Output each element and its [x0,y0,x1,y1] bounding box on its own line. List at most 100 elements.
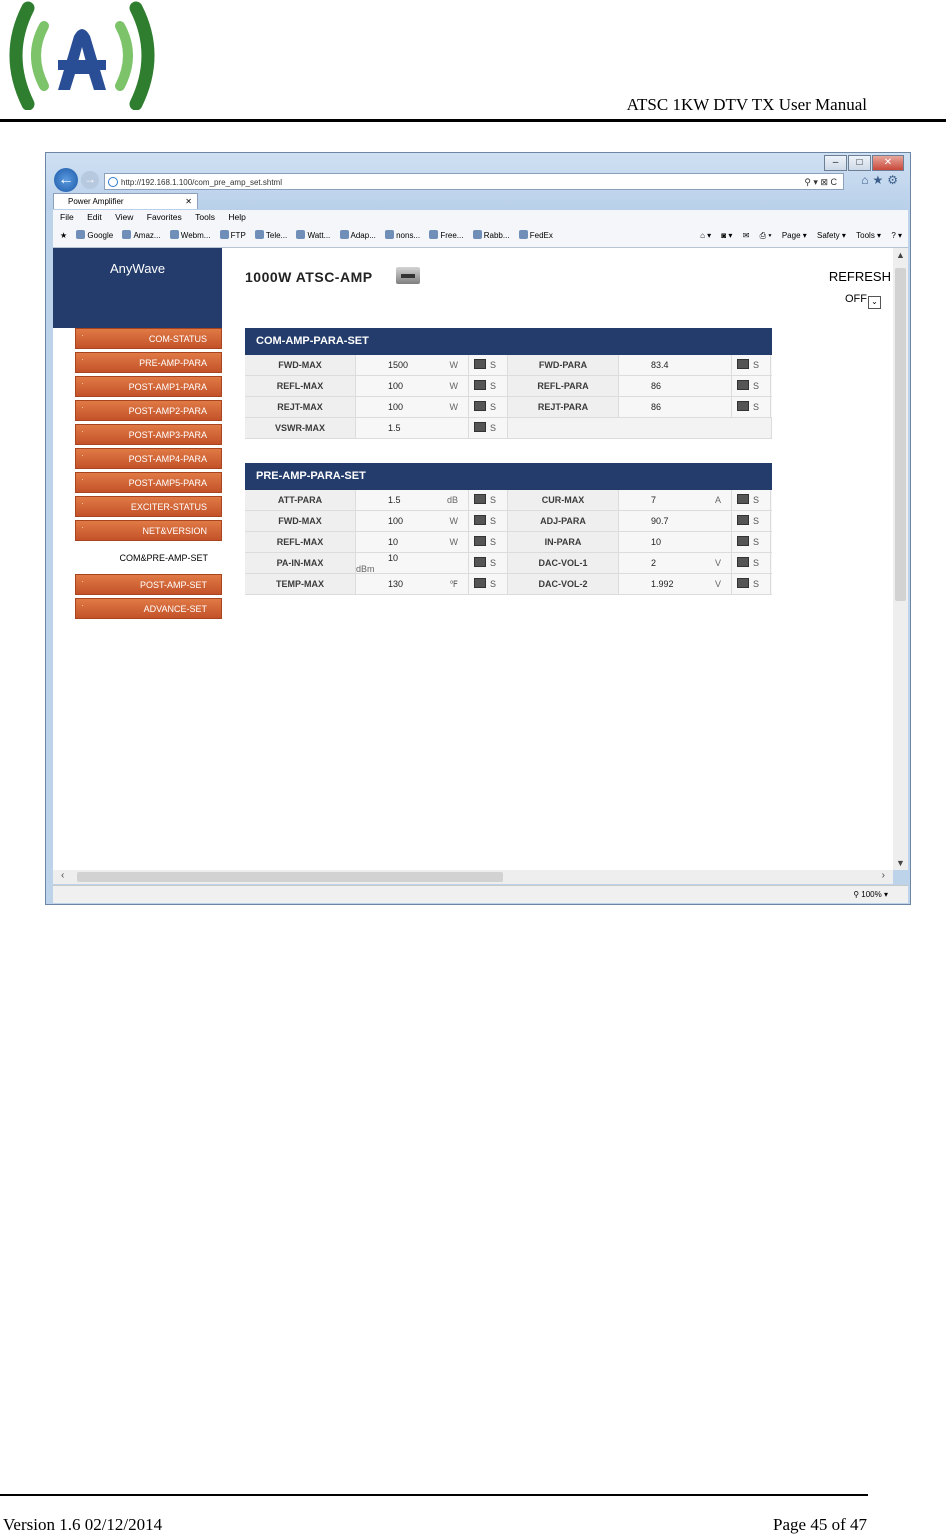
page-menu[interactable]: Page ▾ [782,231,807,240]
param-value[interactable]: 1500 W [356,355,469,375]
horizontal-scrollbar[interactable]: ‹ › [53,870,893,884]
scroll-right-icon[interactable]: › [882,870,885,881]
param-value[interactable]: 7A [619,490,732,510]
param-value[interactable]: 86 [619,397,732,417]
home-icon[interactable]: ⌂ ▾ [700,231,711,240]
nav-post-amp3-para[interactable]: POST-AMP3-PARA [75,421,222,445]
scroll-up-icon[interactable]: ▲ [896,250,905,260]
nav-post-amp5-para[interactable]: POST-AMP5-PARA [75,469,222,493]
tools-menu[interactable]: Tools ▾ [856,231,881,240]
set-button[interactable]: S [469,574,508,594]
fav-nons[interactable]: nons... [385,230,420,240]
print-icon[interactable]: ⎙ ▾ [760,231,772,240]
fav-tele[interactable]: Tele... [254,230,287,240]
vertical-scrollbar[interactable]: ▲ ▼ [893,248,908,870]
param-label: FWD-MAX [245,511,356,531]
param-value[interactable]: 86 [619,376,732,396]
nav-post-amp4-para[interactable]: POST-AMP4-PARA [75,445,222,469]
param-value[interactable]: 100 W [356,511,469,531]
nav-post-amp1-para[interactable]: POST-AMP1-PARA [75,373,222,397]
param-label: ADJ-PARA [508,511,619,531]
set-button[interactable]: S [469,418,508,438]
param-value[interactable]: 2V [619,553,732,573]
refresh-select[interactable]: OFF ⌄ [845,293,881,309]
param-value[interactable]: 10 W [356,532,469,552]
address-bar[interactable]: http://192.168.1.100/com_pre_amp_set.sht… [104,173,844,190]
param-value[interactable]: 1.5 dB [356,490,469,510]
set-button[interactable]: S [732,511,771,531]
param-value[interactable]: 1.992 V [619,574,732,594]
back-button[interactable]: ← [54,168,78,192]
set-button[interactable]: S [469,511,508,531]
set-button[interactable]: S [469,490,508,510]
scroll-thumb[interactable] [895,268,906,601]
fav-google[interactable]: Google [76,230,113,240]
menu-edit[interactable]: Edit [87,212,102,222]
home-favorites-tools-icons[interactable]: ⌂★⚙ [861,173,902,187]
browser-tab[interactable]: Power Amplifier ✕ [53,193,198,209]
nav-exciter-status[interactable]: EXCITER-STATUS [75,493,222,517]
zoom-control[interactable]: ⚲ 100% ▾ [853,886,888,903]
nav-advance-set[interactable]: ADVANCE-SET [75,595,222,619]
fav-free[interactable]: Free... [429,230,463,240]
menu-favorites[interactable]: Favorites [147,212,182,222]
menu-file[interactable]: File [60,212,74,222]
param-value[interactable]: 10 dBm [356,553,469,574]
param-value[interactable]: 130 ℉ [356,574,469,594]
maximize-button[interactable]: □ [848,155,871,171]
menu-view[interactable]: View [115,212,133,222]
set-button[interactable]: S [732,553,771,573]
nav-com-status[interactable]: COM-STATUS [75,325,222,349]
favorites-star-icon[interactable]: ★ [60,231,67,240]
table-row: PA-IN-MAX 10 dBm S DAC-VOL-1 2V S [245,553,772,574]
scroll-left-icon[interactable]: ‹ [61,870,64,881]
nav-post-amp2-para[interactable]: POST-AMP2-PARA [75,397,222,421]
param-value[interactable]: 100 W [356,397,469,417]
menu-help[interactable]: Help [228,212,245,222]
scroll-down-icon[interactable]: ▼ [896,858,905,868]
set-button[interactable]: S [732,376,771,396]
nav-post-amp-set[interactable]: POST-AMP-SET [75,571,222,595]
fav-watt[interactable]: Watt... [296,230,330,240]
favorites-bar: ★ Google Amaz... Webm... FTP Tele... Wat… [53,224,908,248]
nav-pre-amp-para[interactable]: PRE-AMP-PARA [75,349,222,373]
set-button[interactable]: S [732,397,771,417]
set-button[interactable]: S [732,574,771,594]
scroll-thumb[interactable] [77,872,503,882]
window-controls: – □ ✕ [824,155,904,171]
safety-menu[interactable]: Safety ▾ [817,231,846,240]
minimize-button[interactable]: – [824,155,847,171]
nav-com-pre-amp-set-active[interactable]: COM&PRE-AMP-SET [75,548,222,569]
param-value[interactable]: 83.4 [619,355,732,375]
mail-icon[interactable]: ✉ [743,231,750,240]
browser-window: – □ ✕ ← → http://192.168.1.100/com_pre_a… [45,152,911,905]
set-button[interactable]: S [469,553,508,573]
set-button[interactable]: S [469,355,508,375]
param-value[interactable]: 1.5 [356,418,469,438]
help-icon[interactable]: ? ▾ [891,231,902,240]
set-button[interactable]: S [732,532,771,552]
forward-button[interactable]: → [81,171,99,189]
fav-rabb[interactable]: Rabb... [472,230,510,240]
nav-net-version[interactable]: NET&VERSION [75,517,222,541]
fav-webmail[interactable]: Webm... [169,230,210,240]
fav-ftp[interactable]: FTP [219,230,246,240]
set-button[interactable]: S [732,355,771,375]
param-value[interactable]: 10 [619,532,732,552]
fav-fedex[interactable]: FedEx [518,230,553,240]
param-value[interactable]: 100 W [356,376,469,396]
close-window-button[interactable]: ✕ [872,155,904,171]
set-button[interactable]: S [469,397,508,417]
param-value[interactable]: 90.7 [619,511,732,531]
fav-amazon[interactable]: Amaz... [122,230,161,240]
address-tools[interactable]: ⚲ ▾ ⊠ C [804,174,837,191]
chevron-down-icon: ⌄ [868,296,881,309]
menu-tools[interactable]: Tools [195,212,215,222]
feeds-icon[interactable]: ◙ ▾ [721,231,732,240]
fav-adap[interactable]: Adap... [339,230,376,240]
footer-page-number: Page 45 of 47 [773,1515,867,1534]
close-tab-icon[interactable]: ✕ [185,194,192,210]
set-button[interactable]: S [732,490,771,510]
set-button[interactable]: S [469,532,508,552]
set-button[interactable]: S [469,376,508,396]
